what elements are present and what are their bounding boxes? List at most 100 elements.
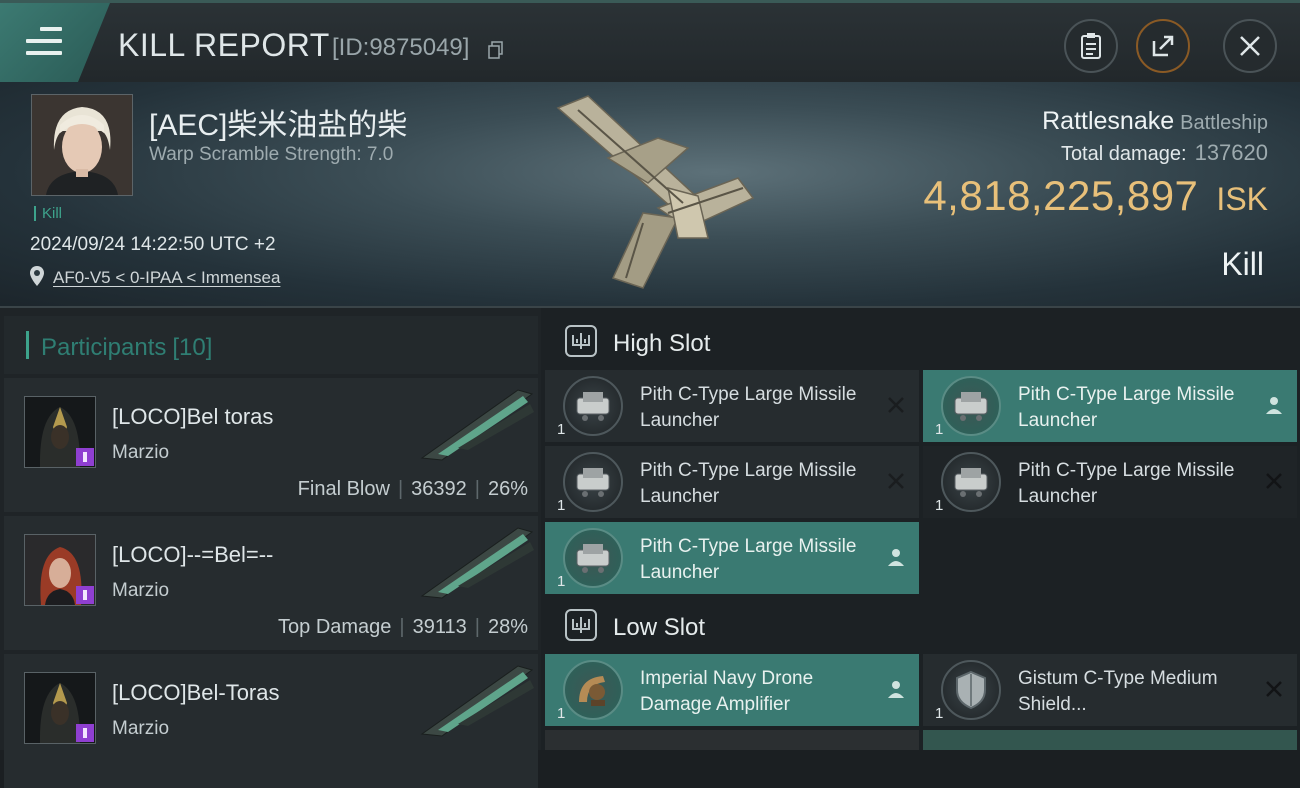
pilot-dropped-icon bbox=[888, 549, 904, 566]
clipboard-button[interactable] bbox=[1064, 19, 1118, 73]
participants-header[interactable]: Participants [10] bbox=[4, 316, 538, 374]
clipboard-icon bbox=[1081, 33, 1101, 59]
destroyed-icon bbox=[1266, 473, 1282, 489]
victim-avatar[interactable] bbox=[31, 94, 133, 196]
participants-panel: Participants [10] [LOCO]Bel toras Marzio … bbox=[0, 308, 541, 788]
participant-role: Final Blow bbox=[297, 478, 390, 500]
total-damage-label: Total damage: bbox=[1060, 143, 1187, 165]
module-item[interactable]: 1 Pith C-Type Large Missile Launcher bbox=[545, 522, 919, 594]
pilot-dropped-icon bbox=[1266, 397, 1282, 414]
module-name: Pith C-Type Large Missile Launcher bbox=[640, 460, 857, 507]
participant-damage: 39113 bbox=[412, 616, 467, 638]
module-quantity: 1 bbox=[935, 705, 944, 722]
module-quantity: 1 bbox=[557, 705, 566, 722]
missile-launcher-icon bbox=[941, 376, 1001, 436]
participant-ship: Marzio bbox=[112, 718, 170, 739]
missile-launcher-icon bbox=[563, 452, 623, 512]
destroyed-icon bbox=[888, 473, 904, 489]
module-name: Pith C-Type Large Missile Launcher bbox=[1018, 460, 1235, 507]
menu-button[interactable] bbox=[0, 3, 110, 82]
participant-row[interactable]: [LOCO]--=Bel=-- Marzio Top Damage | 39113 |… bbox=[4, 516, 538, 650]
kill-location-link[interactable]: AF0-V5 < 0-IPAA < Immensea bbox=[53, 268, 280, 288]
module-item[interactable]: 1 Imperial Navy Drone Damage Amplifier bbox=[545, 654, 919, 726]
module-name: Imperial Navy Drone Damage Amplifier bbox=[640, 668, 814, 715]
corp-badge-icon bbox=[76, 448, 94, 466]
victim-ship-name[interactable]: Rattlesnake bbox=[1042, 107, 1174, 135]
participant-ship: Marzio bbox=[112, 442, 170, 463]
location-pin-icon bbox=[30, 266, 44, 286]
header-accent-bar bbox=[26, 331, 29, 359]
module-item[interactable]: 1 Pith C-Type Large Missile Launcher bbox=[545, 446, 919, 518]
participant-name[interactable]: [LOCO]--=Bel=-- bbox=[112, 542, 273, 568]
hamburger-icon bbox=[26, 27, 62, 63]
shield-icon bbox=[941, 660, 1001, 720]
low-slot-header: Low Slot bbox=[545, 596, 1300, 654]
corp-badge-icon bbox=[76, 724, 94, 742]
missile-launcher-icon bbox=[941, 452, 1001, 512]
isk-value: 4,818,225,897 bbox=[923, 172, 1199, 219]
header-bar: KILL REPORT [ID:9875049] bbox=[0, 0, 1300, 82]
participant-stats: Top Damage | 39113 | 28% bbox=[278, 616, 528, 639]
share-button[interactable] bbox=[1136, 19, 1190, 73]
participant-avatar[interactable] bbox=[24, 534, 96, 606]
participant-ship-icon[interactable] bbox=[418, 522, 536, 600]
isk-unit: ISK bbox=[1216, 181, 1268, 217]
warp-scramble-strength: Warp Scramble Strength: 7.0 bbox=[149, 144, 394, 165]
participant-ship-icon[interactable] bbox=[418, 384, 536, 462]
drone-damage-amplifier-icon bbox=[563, 660, 623, 720]
victim-pilot-name[interactable]: [AEC]柴米油盐的柴 bbox=[149, 100, 407, 144]
participant-ship-icon[interactable] bbox=[418, 660, 536, 738]
module-name: Pith C-Type Large Missile Launcher bbox=[640, 384, 857, 431]
participant-name[interactable]: [LOCO]Bel-Toras bbox=[112, 680, 280, 706]
total-damage-line: Total damage: 137620 bbox=[1061, 140, 1268, 166]
module-item-partial[interactable] bbox=[923, 730, 1297, 750]
page-title: KILL REPORT bbox=[118, 27, 330, 63]
module-item[interactable]: 1 Gistum C-Type Medium Shield... bbox=[923, 654, 1297, 726]
close-button[interactable] bbox=[1223, 19, 1277, 73]
pilot-dropped-icon bbox=[888, 681, 904, 698]
stats-divider: | bbox=[474, 478, 480, 500]
module-quantity: 1 bbox=[557, 497, 566, 514]
victim-ship-image[interactable] bbox=[548, 88, 758, 298]
report-id: [ID:9875049] bbox=[332, 34, 470, 61]
total-damage-value: 137620 bbox=[1194, 140, 1268, 165]
module-quantity: 1 bbox=[935, 497, 944, 514]
module-item[interactable]: 1 Pith C-Type Large Missile Launcher bbox=[545, 370, 919, 442]
low-slot-icon bbox=[565, 609, 597, 641]
module-item[interactable]: 1 Pith C-Type Large Missile Launcher bbox=[923, 446, 1297, 518]
participant-role: Top Damage bbox=[278, 616, 392, 638]
victim-ship-line: Rattlesnake Battleship bbox=[1042, 107, 1268, 136]
kill-timestamp: 2024/09/24 14:22:50 UTC +2 bbox=[30, 234, 276, 255]
participant-name[interactable]: [LOCO]Bel toras bbox=[112, 404, 273, 430]
module-name: Pith C-Type Large Missile Launcher bbox=[640, 536, 857, 583]
kill-result: Kill bbox=[1221, 246, 1264, 282]
module-item-partial[interactable] bbox=[545, 730, 919, 750]
module-quantity: 1 bbox=[935, 421, 944, 438]
stats-divider: | bbox=[474, 616, 480, 638]
module-item[interactable]: 1 Pith C-Type Large Missile Launcher bbox=[923, 370, 1297, 442]
corp-badge-icon bbox=[76, 586, 94, 604]
participants-label: Participants [10] bbox=[41, 334, 213, 361]
participant-row[interactable]: [LOCO]Bel toras Marzio Final Blow | 36392 |… bbox=[4, 378, 538, 512]
participant-row[interactable]: [LOCO]Bel-Toras Marzio bbox=[4, 654, 538, 788]
high-slot-label: High Slot bbox=[613, 330, 711, 357]
close-icon bbox=[1240, 36, 1260, 56]
participant-percent: 26% bbox=[487, 478, 528, 500]
victim-summary: [AEC]柴米油盐的柴 Warp Scramble Strength: 7.0 … bbox=[0, 82, 1300, 308]
result-tag: Kill bbox=[34, 206, 62, 221]
stats-divider: | bbox=[397, 478, 404, 500]
participant-avatar[interactable] bbox=[24, 672, 96, 744]
high-slot-icon bbox=[565, 325, 597, 357]
victim-ship-class: Battleship bbox=[1180, 112, 1268, 134]
fitting-panel: High Slot 1 Pith C-Type Large Missile La… bbox=[541, 308, 1300, 750]
portrait-image bbox=[32, 95, 132, 195]
participant-ship: Marzio bbox=[112, 580, 170, 601]
module-name: Pith C-Type Large Missile Launcher bbox=[1018, 384, 1235, 431]
missile-launcher-icon bbox=[563, 528, 623, 588]
missile-launcher-icon bbox=[563, 376, 623, 436]
participant-percent: 28% bbox=[487, 616, 528, 638]
participant-avatar[interactable] bbox=[24, 396, 96, 468]
stats-divider: | bbox=[399, 616, 405, 638]
module-name: Gistum C-Type Medium Shield... bbox=[1018, 668, 1218, 715]
copy-icon[interactable] bbox=[488, 41, 504, 59]
